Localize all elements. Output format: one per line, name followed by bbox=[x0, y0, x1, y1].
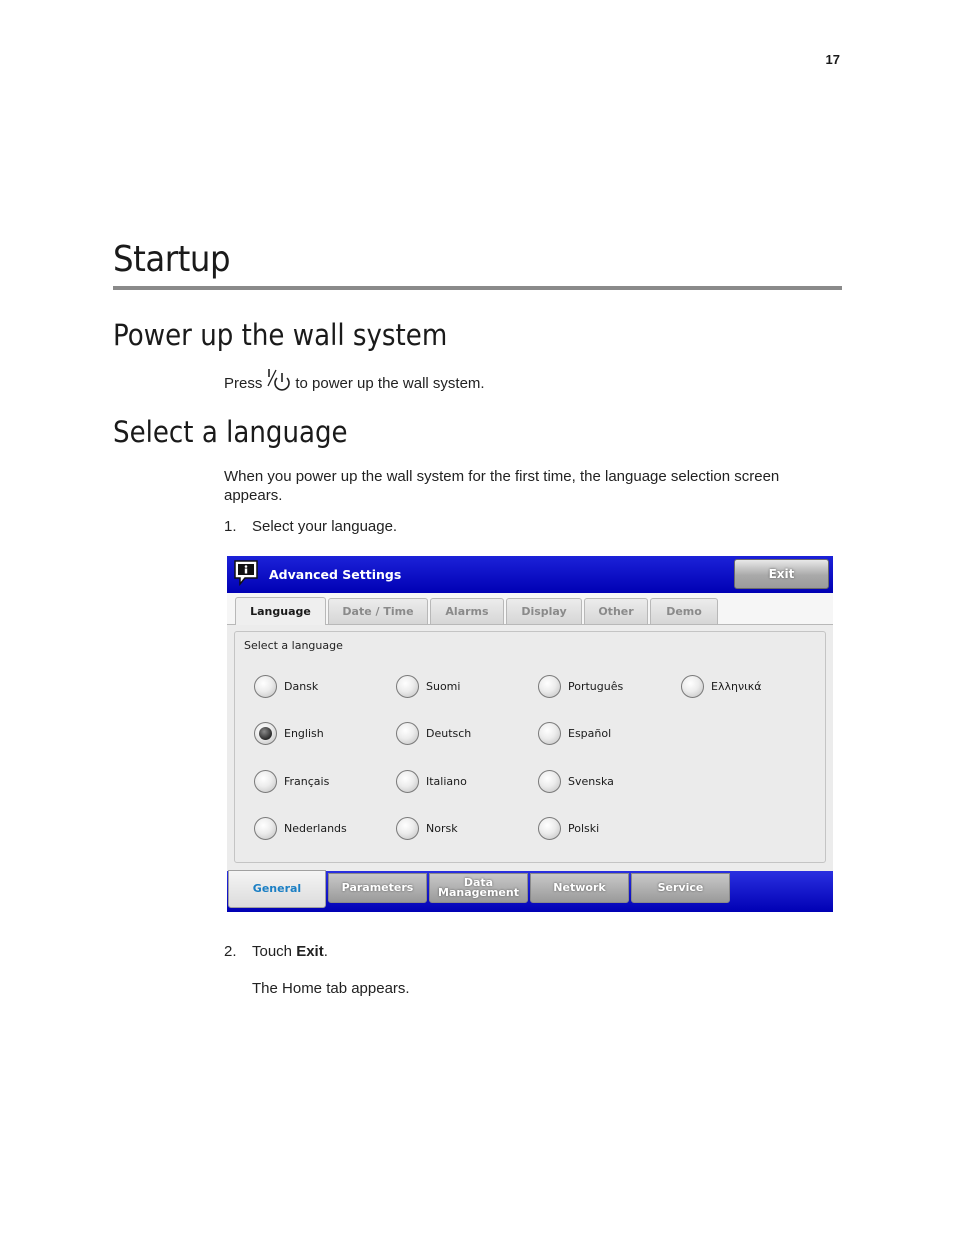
heading-rule bbox=[113, 286, 842, 290]
language-option-francais[interactable]: Français bbox=[254, 770, 329, 793]
radio-button[interactable] bbox=[538, 722, 561, 745]
language-label: Español bbox=[568, 727, 612, 740]
bottom-tab-general[interactable]: General bbox=[228, 870, 326, 908]
page-number: 17 bbox=[825, 52, 840, 67]
power-up-instruction: Press to power up the wall system. bbox=[224, 368, 485, 399]
language-label: Italiano bbox=[426, 775, 467, 788]
language-option-espanol[interactable]: Español bbox=[538, 722, 611, 745]
language-label: Norsk bbox=[426, 822, 458, 835]
language-label: English bbox=[284, 727, 324, 740]
tab-display[interactable]: Display bbox=[506, 598, 582, 624]
radio-button[interactable] bbox=[254, 817, 277, 840]
section-title-language: Select a language bbox=[113, 415, 348, 449]
step-number: 1. bbox=[224, 518, 237, 535]
language-option-dansk[interactable]: Dansk bbox=[254, 675, 318, 698]
radio-button[interactable] bbox=[254, 770, 277, 793]
language-option-nederlands[interactable]: Nederlands bbox=[254, 817, 347, 840]
radio-button[interactable] bbox=[396, 817, 419, 840]
info-icon bbox=[234, 560, 258, 586]
language-option-deutsch[interactable]: Deutsch bbox=[396, 722, 471, 745]
bottom-tab-data-management[interactable]: Data Management bbox=[429, 873, 528, 903]
language-panel: Select a language Dansk Suomi Português … bbox=[234, 631, 826, 863]
step-text: Touch bbox=[252, 943, 293, 960]
language-label: Português bbox=[568, 680, 624, 693]
language-label: Suomi bbox=[426, 680, 461, 693]
radio-button[interactable] bbox=[681, 675, 704, 698]
step-2: 2. Touch Exit. bbox=[224, 942, 328, 961]
language-option-svenska[interactable]: Svenska bbox=[538, 770, 614, 793]
panel-label: Select a language bbox=[244, 639, 343, 652]
tab-date-time[interactable]: Date / Time bbox=[328, 598, 428, 624]
language-option-italiano[interactable]: Italiano bbox=[396, 770, 467, 793]
tab-other[interactable]: Other bbox=[584, 598, 648, 624]
language-label: Deutsch bbox=[426, 727, 472, 740]
radio-button[interactable] bbox=[396, 722, 419, 745]
advanced-settings-screenshot: Advanced Settings Exit Language Date / T… bbox=[227, 556, 833, 912]
radio-button[interactable] bbox=[538, 817, 561, 840]
window-title: Advanced Settings bbox=[269, 567, 402, 582]
power-icon bbox=[266, 368, 292, 399]
settings-tab-bar: Language Date / Time Alarms Display Othe… bbox=[227, 593, 833, 625]
exit-button[interactable]: Exit bbox=[734, 559, 829, 589]
power-up-text: to power up the wall system. bbox=[295, 375, 485, 392]
bottom-tab-service[interactable]: Service bbox=[631, 873, 730, 903]
language-option-portugues[interactable]: Português bbox=[538, 675, 623, 698]
tab-language[interactable]: Language bbox=[235, 597, 326, 625]
tab-demo[interactable]: Demo bbox=[650, 598, 718, 624]
language-label: Français bbox=[284, 775, 330, 788]
language-option-ellinika[interactable]: Ελληνικά bbox=[681, 675, 762, 698]
bottom-tab-network[interactable]: Network bbox=[530, 873, 629, 903]
step-punct: . bbox=[323, 943, 328, 960]
chapter-heading: Startup bbox=[113, 239, 231, 280]
radio-button[interactable] bbox=[538, 770, 561, 793]
bottom-tab-parameters[interactable]: Parameters bbox=[328, 873, 427, 903]
language-intro: When you power up the wall system for th… bbox=[224, 468, 780, 504]
radio-button[interactable] bbox=[538, 675, 561, 698]
language-option-polski[interactable]: Polski bbox=[538, 817, 599, 840]
language-label: Ελληνικά bbox=[711, 680, 762, 693]
language-label: Svenska bbox=[568, 775, 614, 788]
step-text: Select your language. bbox=[252, 518, 398, 535]
radio-button[interactable] bbox=[254, 675, 277, 698]
exit-emphasis: Exit bbox=[296, 943, 324, 960]
language-label: Polski bbox=[568, 822, 600, 835]
language-label: Nederlands bbox=[284, 822, 347, 835]
step-1: 1. Select your language. bbox=[224, 517, 397, 536]
language-label: Dansk bbox=[284, 680, 319, 693]
press-text: Press bbox=[224, 375, 263, 392]
radio-button[interactable] bbox=[396, 770, 419, 793]
language-option-norsk[interactable]: Norsk bbox=[396, 817, 458, 840]
radio-button-selected[interactable] bbox=[254, 722, 277, 745]
step-number: 2. bbox=[224, 943, 237, 960]
language-option-english[interactable]: English bbox=[254, 722, 324, 745]
language-option-suomi[interactable]: Suomi bbox=[396, 675, 460, 698]
step-2-result: The Home tab appears. bbox=[252, 980, 410, 997]
radio-button[interactable] bbox=[396, 675, 419, 698]
title-bar: Advanced Settings Exit bbox=[227, 556, 833, 593]
bottom-tab-bar: General Parameters Data Management Netwo… bbox=[227, 870, 833, 912]
section-title-power-up: Power up the wall system bbox=[113, 318, 448, 352]
tab-alarms[interactable]: Alarms bbox=[430, 598, 504, 624]
